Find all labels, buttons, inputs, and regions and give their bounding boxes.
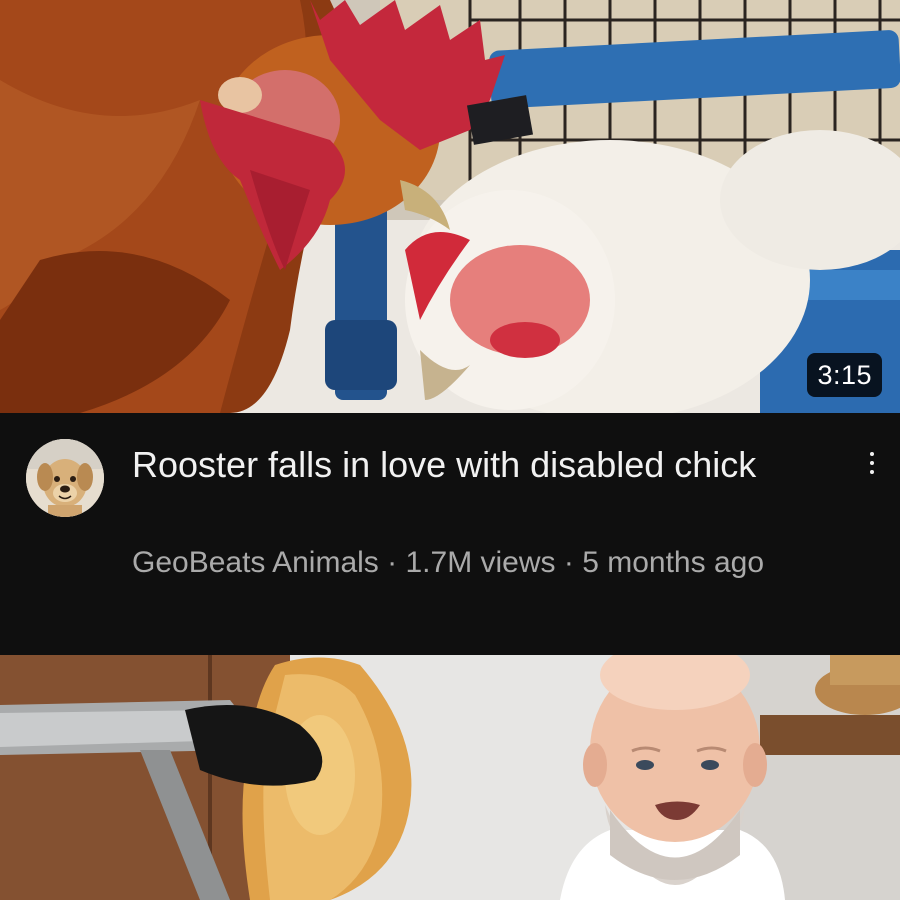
video-title[interactable]: Rooster falls in love with disabled chic… [132, 441, 772, 489]
video-meta[interactable]: Rooster falls in love with disabled chic… [0, 413, 900, 655]
view-count: 1.7M views [405, 546, 556, 579]
channel-avatar[interactable] [26, 439, 104, 517]
kebab-menu-icon[interactable] [860, 443, 884, 483]
channel-name[interactable]: GeoBeats Animals [132, 546, 379, 579]
meta-separator: · [387, 546, 398, 579]
video-thumbnail[interactable]: 3:15 [0, 0, 900, 413]
feed-screen: 3:15 Rooster falls in love with disabled… [0, 0, 900, 900]
next-video-thumbnail[interactable] [0, 655, 900, 900]
menu-dot [870, 470, 874, 474]
menu-dot [870, 461, 874, 465]
meta-separator: · [563, 546, 574, 579]
duration-badge: 3:15 [807, 353, 882, 397]
video-metadata-line: GeoBeats Animals · 1.7M views · 5 months… [132, 543, 764, 583]
menu-dot [870, 452, 874, 456]
upload-age: 5 months ago [582, 546, 765, 579]
video-card[interactable]: 3:15 Rooster falls in love with disabled… [0, 0, 900, 655]
